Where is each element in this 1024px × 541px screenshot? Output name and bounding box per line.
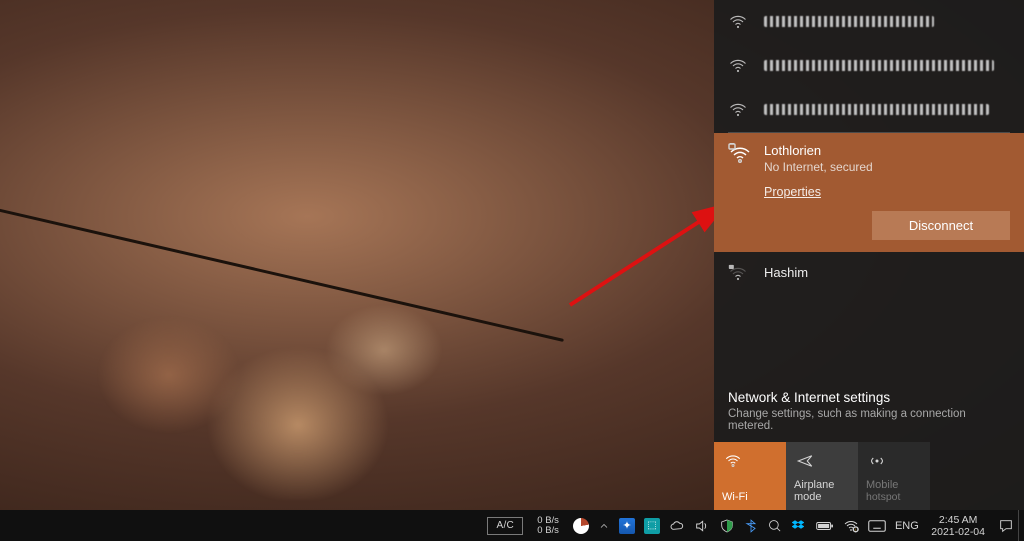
language-label: ENG [895,520,919,532]
wifi-icon [728,56,752,76]
app-icon: ⬚ [644,518,660,534]
wifi-icon [728,100,752,120]
cloud-icon [669,518,685,534]
network-settings-section: Network & Internet settings Change setti… [714,379,1024,442]
tile-airplane-mode[interactable]: Airplane mode [786,442,858,510]
wifi-icon [728,12,752,32]
tile-label: Mobile [866,479,922,491]
tile-label: Airplane mode [794,479,850,503]
net-rate-up: 0 B/s [537,516,559,526]
network-rate-indicator[interactable]: 0 B/s 0 B/s [528,510,569,541]
network-name-obscured [764,12,934,30]
network-item-selected[interactable]: Lothlorien No Internet, secured Properti… [714,133,1024,252]
tile-mobile-hotspot: Mobile hotspot [858,442,930,510]
tray-network[interactable]: ! [838,510,863,541]
tile-label-line2: hotspot [866,491,922,503]
tray-security[interactable] [714,510,739,541]
action-center-button[interactable] [993,510,1018,541]
airplane-icon [796,452,814,470]
wifi-secured-icon [728,264,752,284]
hotspot-icon [868,452,886,470]
notification-icon [998,518,1014,534]
network-item-obscured[interactable] [714,0,1024,44]
network-flyout: Lothlorien No Internet, secured Properti… [714,0,1024,510]
tile-wifi[interactable]: Wi-Fi [714,442,786,510]
app-icon: ✦ [619,518,635,534]
speaker-icon [694,518,710,534]
tray-volume[interactable] [689,510,714,541]
net-rate-down: 0 B/s [537,526,559,536]
wallpaper-branch [0,195,564,342]
network-item-obscured[interactable] [714,44,1024,88]
network-settings-subtitle: Change settings, such as making a connec… [728,408,1010,432]
bluetooth-icon [744,518,758,534]
network-item-obscured[interactable] [714,88,1024,132]
tile-label: Wi-Fi [722,491,778,503]
show-desktop-button[interactable] [1018,510,1024,541]
network-name-obscured [764,56,994,74]
search-globe-icon [767,518,782,533]
pie-icon [573,518,589,534]
tray-bluetooth[interactable] [739,510,762,541]
wifi-warn-icon: ! [843,518,859,534]
wifi-icon [724,452,742,470]
properties-link[interactable]: Properties [764,185,1010,199]
tray-pie-indicator[interactable] [568,510,593,541]
disconnect-button[interactable]: Disconnect [872,211,1010,240]
dropbox-icon [791,518,807,534]
tray-keyboard[interactable] [863,510,890,541]
tray-battery[interactable] [811,510,838,541]
wifi-secured-icon [728,143,752,167]
selected-network-status: No Internet, secured [764,160,873,174]
tray-onedrive[interactable] [664,510,689,541]
keyboard-icon [868,519,886,533]
network-name: Hashim [764,264,808,282]
shield-icon [719,518,735,534]
tray-overflow-chevron[interactable] [593,510,614,541]
language-indicator[interactable]: ENG [890,510,923,541]
ime-mode-label: A/C [487,517,523,535]
tray-everything[interactable] [762,510,786,541]
selected-network-name: Lothlorien [764,143,873,158]
quick-action-tiles: Wi-Fi Airplane mode Mobile hotspot [714,442,1024,510]
tray-app-2[interactable]: ⬚ [639,510,664,541]
taskbar: A/C 0 B/s 0 B/s ✦ ⬚ [0,510,1024,541]
battery-icon [816,519,834,533]
wallpaper-leaves [40,250,470,500]
chevron-up-icon [598,520,610,532]
clock-time: 2:45 AM [939,514,978,526]
clock-date: 2021-02-04 [931,526,985,538]
ime-mode-button[interactable]: A/C [483,510,528,541]
tray-app-1[interactable]: ✦ [614,510,639,541]
svg-text:!: ! [855,527,856,532]
clock[interactable]: 2:45 AM 2021-02-04 [923,514,993,538]
network-item[interactable]: Hashim [714,252,1024,296]
network-name-obscured [764,100,989,118]
tray-dropbox[interactable] [786,510,811,541]
network-settings-link[interactable]: Network & Internet settings [728,390,1010,405]
network-list: Lothlorien No Internet, secured Properti… [714,0,1024,510]
